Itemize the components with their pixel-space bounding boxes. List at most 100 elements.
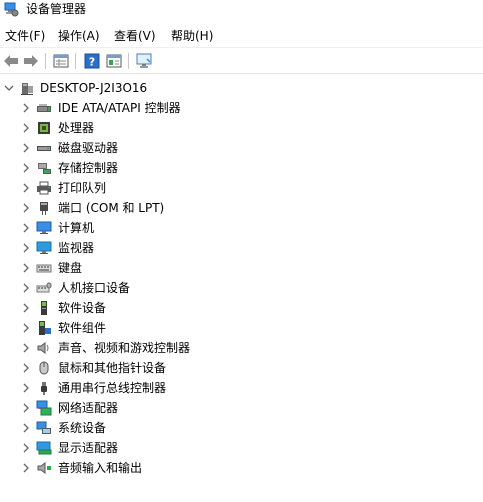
mouse-icon <box>36 360 52 376</box>
monitor-scan-icon <box>136 53 152 68</box>
chevron-right-icon[interactable] <box>19 381 33 395</box>
speaker-icon <box>36 340 52 356</box>
chevron-right-icon[interactable] <box>19 281 33 295</box>
printer-icon <box>36 180 52 196</box>
forward-button[interactable] <box>22 52 40 70</box>
tree-node-label: DESKTOP-J2I3O16 <box>40 81 148 95</box>
svg-text:?: ? <box>89 56 95 69</box>
device-tree: DESKTOP-J2I3O16 IDE ATA/ATAPI 控制器 处理器磁盘驱动器… <box>0 76 483 480</box>
monitor-icon <box>36 240 52 256</box>
usb-icon <box>36 380 52 396</box>
properties-grid-icon <box>53 54 69 68</box>
tree-node-label: 系统设备 <box>58 421 107 435</box>
chevron-right-icon[interactable] <box>19 321 33 335</box>
device-manager-app-icon <box>3 1 19 17</box>
tree-node-label: 显示适配器 <box>58 441 119 455</box>
disk-drive-icon <box>36 140 52 156</box>
tree-node-label: 网络适配器 <box>58 401 119 415</box>
tree-node-category[interactable]: 显示适配器 <box>0 438 483 458</box>
back-arrow-icon <box>4 55 18 67</box>
chevron-down-icon[interactable] <box>2 81 16 95</box>
display-adapter-icon <box>36 440 52 456</box>
computer-icon <box>36 220 52 236</box>
chevron-right-icon[interactable] <box>19 161 33 175</box>
tree-node-category[interactable]: 通用串行总线控制器 <box>0 378 483 398</box>
tree-node-category[interactable]: 处理器 <box>0 118 483 138</box>
chevron-right-icon[interactable] <box>19 101 33 115</box>
tree-node-label: 软件设备 <box>58 301 107 315</box>
tree-node-category[interactable]: 磁盘驱动器 <box>0 138 483 158</box>
chevron-right-icon[interactable] <box>19 361 33 375</box>
tree-node-label: 软件组件 <box>58 321 107 335</box>
tree-node-label: 端口 (COM 和 LPT) <box>58 201 165 215</box>
tree-node-category[interactable]: 鼠标和其他指针设备 <box>0 358 483 378</box>
tree-node-label: 鼠标和其他指针设备 <box>58 361 167 375</box>
help-button[interactable]: ? <box>83 52 101 70</box>
properties-button[interactable] <box>52 52 70 70</box>
chevron-right-icon[interactable] <box>19 201 33 215</box>
audio-io-icon <box>36 460 52 476</box>
tree-node-category[interactable]: 存储控制器 <box>0 158 483 178</box>
device-manager-window: 设备管理器 文件(F) 操作(A) 查看(V) 帮助(H) ? DESKTOP-… <box>0 0 483 502</box>
tree-node-category[interactable]: 键盘 <box>0 258 483 278</box>
network-adapter-icon <box>36 400 52 416</box>
chevron-right-icon[interactable] <box>19 301 33 315</box>
chevron-right-icon[interactable] <box>19 341 33 355</box>
menu-view[interactable]: 查看(V) <box>112 26 158 46</box>
computer-tower-icon <box>19 80 35 96</box>
tree-node-label: 磁盘驱动器 <box>58 141 119 155</box>
software-component-icon <box>36 320 52 336</box>
chevron-right-icon[interactable] <box>19 461 33 475</box>
tree-node-category[interactable]: 软件组件 <box>0 318 483 338</box>
tree-node-label: 声音、视频和游戏控制器 <box>58 341 191 355</box>
tree-node-category[interactable]: 人机接口设备 <box>0 278 483 298</box>
tree-node-root[interactable]: DESKTOP-J2I3O16 <box>0 78 483 98</box>
chevron-right-icon[interactable] <box>19 421 33 435</box>
storage-controller-icon <box>36 160 52 176</box>
tree-node-label: 通用串行总线控制器 <box>58 381 167 395</box>
tree-node-category[interactable]: 监视器 <box>0 238 483 258</box>
port-icon <box>36 200 52 216</box>
tree-node-category[interactable]: 音频输入和输出 <box>0 458 483 478</box>
tree-node-category[interactable]: 网络适配器 <box>0 398 483 418</box>
tree-node-label: 存储控制器 <box>58 161 119 175</box>
software-device-icon <box>36 300 52 316</box>
system-device-icon <box>36 420 52 436</box>
tree-node-label: 处理器 <box>58 121 95 135</box>
chevron-right-icon[interactable] <box>19 241 33 255</box>
help-icon: ? <box>84 53 100 69</box>
tree-node-category[interactable]: 计算机 <box>0 218 483 238</box>
toolbar-separator <box>45 53 46 69</box>
tree-node-category[interactable]: 打印队列 <box>0 178 483 198</box>
tree-node-label: 音频输入和输出 <box>58 461 143 475</box>
tree-node-category[interactable]: 系统设备 <box>0 418 483 438</box>
chevron-right-icon[interactable] <box>19 221 33 235</box>
tree-node-label: 计算机 <box>58 221 95 235</box>
back-button[interactable] <box>2 52 20 70</box>
window-title: 设备管理器 <box>26 2 87 16</box>
console-tree-icon <box>106 54 122 68</box>
tree-node-category[interactable]: IDE ATA/ATAPI 控制器 <box>0 98 483 118</box>
show-hide-console-tree-button[interactable] <box>105 52 123 70</box>
hid-icon <box>36 280 52 296</box>
toolbar-separator <box>128 53 129 69</box>
chevron-right-icon[interactable] <box>19 181 33 195</box>
menu-action[interactable]: 操作(A) <box>56 26 102 46</box>
chevron-right-icon[interactable] <box>19 141 33 155</box>
tree-node-category[interactable]: 端口 (COM 和 LPT) <box>0 198 483 218</box>
tree-node-label: 打印队列 <box>58 181 107 195</box>
tree-node-label: IDE ATA/ATAPI 控制器 <box>58 101 181 115</box>
chevron-right-icon[interactable] <box>19 401 33 415</box>
tree-node-category[interactable]: 声音、视频和游戏控制器 <box>0 338 483 358</box>
scan-hardware-button[interactable] <box>135 52 153 70</box>
chevron-right-icon[interactable] <box>19 121 33 135</box>
forward-arrow-icon <box>24 55 38 67</box>
chevron-right-icon[interactable] <box>19 261 33 275</box>
menu-file[interactable]: 文件(F) <box>3 26 47 46</box>
tree-node-category[interactable]: 软件设备 <box>0 298 483 318</box>
tree-node-label: 监视器 <box>58 241 95 255</box>
tree-node-label: 人机接口设备 <box>58 281 131 295</box>
menu-help[interactable]: 帮助(H) <box>169 26 215 46</box>
chevron-right-icon[interactable] <box>19 441 33 455</box>
menu-bar: 文件(F) 操作(A) 查看(V) 帮助(H) <box>0 26 483 46</box>
